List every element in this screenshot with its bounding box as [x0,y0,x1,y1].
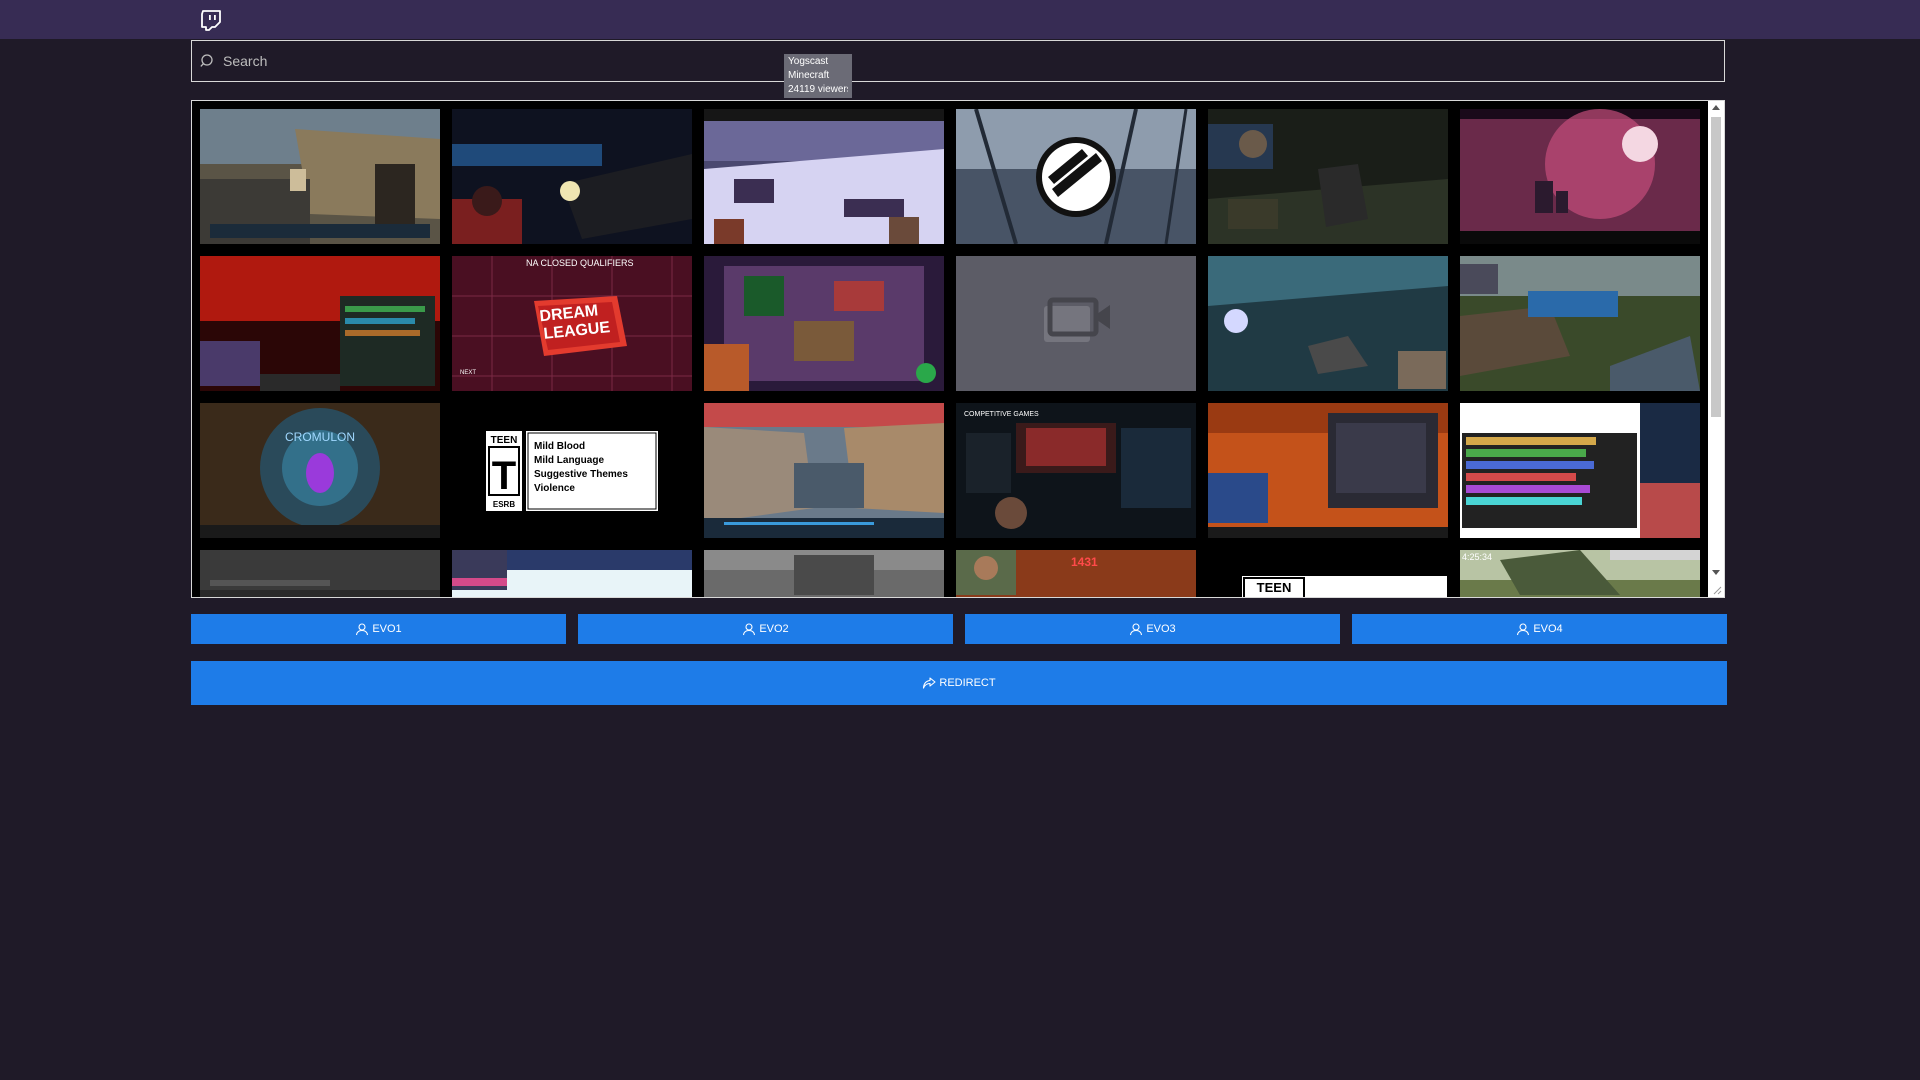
esrb-descriptor: Violence [534,483,575,494]
stream-tile[interactable] [1208,109,1448,244]
scroll-up-arrow-icon[interactable] [1712,105,1720,110]
stream-tile[interactable]: 1431 [956,550,1196,597]
stream-tile[interactable]: TEEN [1208,550,1448,597]
stream-thumbnail-image [1460,109,1700,244]
stream-tile[interactable] [704,403,944,538]
esrb-rating-card: TEEN T ESRB Mild Blood Mild Language Sug… [452,403,692,538]
twitch-glitch-icon[interactable] [199,8,223,32]
top-bar [0,0,1920,39]
redirect-button-label: REDIRECT [939,677,996,689]
esrb-descriptor: Mild Blood [534,441,585,452]
evo2-button-label: EVO2 [759,623,789,635]
stream-thumbnail-image: CROMULON [200,403,440,538]
esrb-rating-label: TEEN [1257,580,1292,595]
stream-tile[interactable]: 4:25:34 [1460,550,1700,597]
evo4-button[interactable]: EVO4 [1352,614,1727,644]
share-arrow-icon [923,677,936,689]
evo3-button[interactable]: EVO3 [965,614,1340,644]
search-bar[interactable] [191,40,1725,82]
esrb-descriptor: Mild Language [534,455,604,466]
vertical-scrollbar[interactable] [1708,101,1724,597]
stream-thumbnail-image [200,109,440,244]
dreamleague-header: NA CLOSED QUALIFIERS [526,258,634,268]
stream-thumbnail-image: COMPETITIVE GAMES [956,403,1196,538]
user-icon [1517,623,1530,636]
stream-tile[interactable] [1208,403,1448,538]
tooltip-viewers: 24119 viewers [788,84,848,95]
stream-grid[interactable]: NA CLOSED QUALIFIERS DREAM LEAGUE NEXT C… [191,100,1725,598]
stream-thumbnail-image: 4:25:34 [1460,550,1700,597]
stream-thumbnail-image [1460,403,1700,538]
stream-thumbnail-image [704,109,944,244]
stream-thumbnail-image [1460,256,1700,391]
dreamleague-next: NEXT [460,370,476,376]
stream-tile[interactable]: CROMULON [200,403,440,538]
stream-thumbnail-image [704,403,944,538]
stream-tile[interactable] [704,109,944,244]
esrb-rating-card: TEEN [1208,550,1448,597]
esrb-descriptor: Suggestive Themes [534,469,628,480]
user-icon [1130,623,1143,636]
stream-tile[interactable] [1460,403,1700,538]
stream-tile[interactable] [704,550,944,597]
scroll-thumb[interactable] [1711,117,1721,417]
tooltip-game: Minecraft [788,70,830,81]
stream-thumbnail-image [1208,256,1448,391]
redirect-button[interactable]: REDIRECT [191,661,1727,705]
stream-thumbnail-image [452,109,692,244]
user-icon [743,623,756,636]
stream-thumbnail-image: 1431 [956,550,1196,597]
stream-thumbnail-image [1208,403,1448,538]
stream-timer: 4:25:34 [1462,552,1492,562]
search-icon [200,54,213,67]
stream-tile[interactable] [956,109,1196,244]
cromulon-title: CROMULON [285,430,355,444]
competitive-games-label: COMPETITIVE GAMES [964,411,1039,418]
resize-grip-icon[interactable] [1712,585,1722,595]
stream-thumbnail-image [200,550,440,597]
esrb-rating-label: TEEN [491,435,518,446]
tooltip-channel: Yogscast [788,56,829,67]
search-input[interactable] [223,41,1703,81]
stream-thumbnail-image [452,550,692,597]
user-icon [356,623,369,636]
scroll-down-arrow-icon[interactable] [1712,570,1720,575]
score-readout: 1431 [1071,555,1098,569]
stream-tooltip: Yogscast Minecraft 24119 viewers [784,54,852,98]
evo1-button-label: EVO1 [372,623,402,635]
esrb-rating-letter: T [492,454,516,498]
stream-tile[interactable] [452,109,692,244]
stream-thumbnail-image [200,256,440,391]
esrb-brand: ESRB [493,500,515,509]
stream-tile[interactable]: COMPETITIVE GAMES [956,403,1196,538]
stream-thumbnail-image [1208,109,1448,244]
stream-tile[interactable] [200,550,440,597]
stream-tile[interactable] [1460,109,1700,244]
stream-thumbnail-image [956,109,1196,244]
stream-tile[interactable] [200,256,440,391]
evo2-button[interactable]: EVO2 [578,614,953,644]
stream-tile[interactable]: TEEN T ESRB Mild Blood Mild Language Sug… [452,403,692,538]
stream-tile[interactable] [956,256,1196,391]
stream-tile[interactable] [200,109,440,244]
stream-thumbnail-image [704,256,944,391]
stream-tile[interactable]: NA CLOSED QUALIFIERS DREAM LEAGUE NEXT [452,256,692,391]
stream-tile[interactable] [1208,256,1448,391]
evo1-button[interactable]: EVO1 [191,614,566,644]
stream-thumbnail-image: NA CLOSED QUALIFIERS DREAM LEAGUE NEXT [452,256,692,391]
evo4-button-label: EVO4 [1533,623,1563,635]
stream-thumbnail-image [704,550,944,597]
evo3-button-label: EVO3 [1146,623,1176,635]
stream-tile[interactable] [704,256,944,391]
stream-tile[interactable] [452,550,692,597]
video-camera-icon [956,256,1196,391]
stream-tile[interactable] [1460,256,1700,391]
